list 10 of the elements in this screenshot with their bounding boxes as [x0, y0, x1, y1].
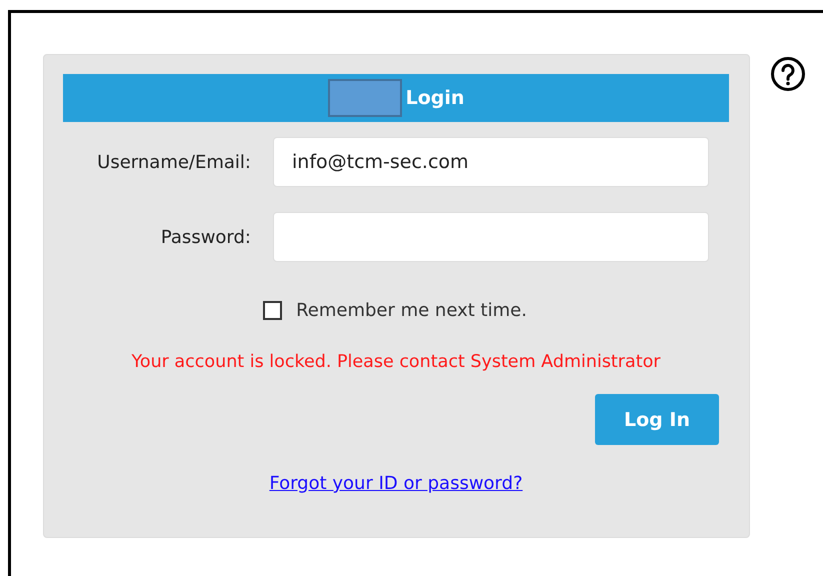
- password-field[interactable]: [273, 212, 709, 262]
- error-message: Your account is locked. Please contact System Administrator: [130, 352, 662, 372]
- username-field[interactable]: info@tcm-sec.com: [273, 137, 709, 187]
- forgot-password-link[interactable]: Forgot your ID or password?: [269, 473, 523, 494]
- login-title: Login: [406, 87, 464, 109]
- help-icon[interactable]: [770, 56, 806, 92]
- field-label: Password:: [160, 226, 251, 248]
- remember-checkbox[interactable]: [263, 301, 282, 320]
- field-label: Username/Email:: [96, 152, 251, 172]
- remember-label: Remember me next time.: [296, 300, 527, 321]
